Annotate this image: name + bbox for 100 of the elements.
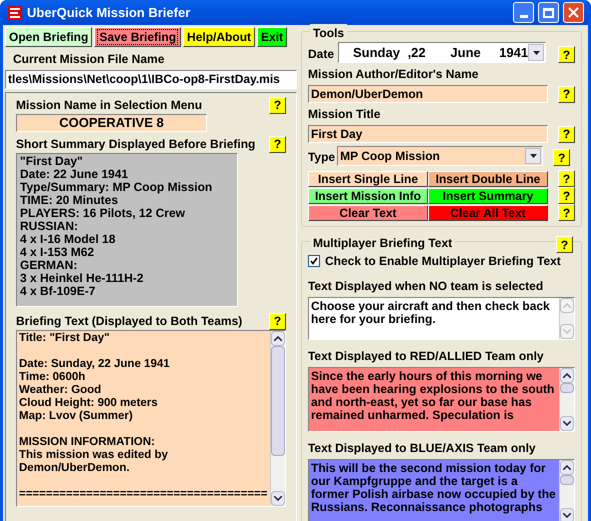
chevron-down-icon — [563, 513, 571, 518]
help-button[interactable]: ? — [558, 46, 575, 63]
help-button[interactable]: ? — [558, 126, 575, 142]
date-picker[interactable]: Sunday ,22 June 1941 — [338, 42, 546, 63]
help-button[interactable]: ? — [558, 187, 575, 204]
team-text-label: Text Displayed when NO team is selected — [308, 278, 544, 295]
help-button[interactable]: ? — [558, 86, 575, 102]
chevron-up-icon — [563, 373, 571, 378]
author-label: Mission Author/Editor's Name — [308, 66, 480, 83]
team-text-line: Russians. Reconnaissance photographs — [310, 501, 544, 514]
scroll-down-button[interactable] — [560, 508, 574, 521]
summary-line: Type/Summary: MP Coop Mission — [20, 181, 214, 194]
help-button[interactable]: ? — [268, 96, 286, 114]
summary-label: Short Summary Displayed Before Briefing — [16, 136, 256, 153]
team-text-box[interactable]: Since the early hours of this morning we have been hearing explosions to the south and north-east, yet so far our base has remained unharmed. Speculation is — [308, 367, 575, 432]
dropdown-button[interactable] — [525, 148, 542, 164]
team-text-label: Text Displayed to BLUE/AXIS Team only — [308, 440, 537, 457]
scroll-thumb[interactable] — [560, 383, 574, 393]
summary-line: "First Day" — [20, 155, 84, 168]
summary-line: 4 x I-16 Model 18 — [20, 233, 116, 246]
chevron-down-icon — [563, 421, 571, 426]
mission-title-field[interactable]: First Day — [308, 125, 548, 143]
enable-label: Check to Enable Multiplayer Briefing Text — [324, 253, 561, 270]
tool-button[interactable]: Insert Summary — [428, 188, 548, 204]
scrollbar[interactable] — [559, 460, 574, 521]
chevron-up-icon — [563, 303, 571, 308]
summary-text-area[interactable]: "First Day" Date: 22 June 1941 Type/Summary: MP Coop Mission TIME: 20 Minutes PLAYERS: 16 Pilots, 12 Crew RUSSIAN: 4 x I-16 Model 18 4 x I-153 M62 GERMAN: 3 x Heinkel He-111H-2 4 x Bf-109E-7 — [16, 153, 238, 307]
minimize-button[interactable] — [513, 2, 534, 23]
tool-button[interactable]: Clear All Text — [428, 204, 548, 220]
help-button[interactable]: ? — [268, 312, 286, 330]
help-button[interactable]: ? — [556, 236, 573, 253]
scrollbar[interactable] — [559, 368, 574, 431]
briefing-line: Cloud Height: 900 meters — [19, 397, 159, 410]
chevron-down-icon — [563, 329, 571, 334]
briefing-line: Map: Lvov (Summer) — [19, 410, 134, 423]
briefing-line: Weather: Good — [19, 384, 102, 397]
type-label: Type — [308, 149, 336, 166]
menu-button[interactable]: Help/About — [183, 27, 256, 47]
close-button[interactable] — [563, 2, 584, 23]
help-button[interactable]: ? — [558, 204, 575, 221]
mission-name-field[interactable]: COOPERATIVE 8 — [16, 114, 207, 132]
briefing-line: Time: 0600h — [19, 371, 86, 384]
type-select[interactable]: MP Coop Mission — [337, 146, 544, 166]
chevron-up-icon — [274, 336, 282, 341]
team-text-line: This will be the second mission today for — [310, 462, 547, 475]
window-title: UberQuick Mission Briefer — [27, 4, 192, 22]
briefing-line: Title: "First Day" — [19, 332, 111, 345]
maximize-icon — [543, 8, 554, 18]
team-text-line: have been hearing explosions to the south — [310, 383, 556, 396]
team-text-label: Text Displayed to RED/ALLIED Team only — [308, 348, 545, 365]
chevron-up-icon — [563, 465, 571, 470]
caret-icon — [532, 50, 540, 54]
team-text-line: remained unharmed. Speculation is — [310, 409, 515, 422]
scroll-thumb[interactable] — [270, 346, 285, 456]
team-text-line: our Kampfgruppe and the target is a — [310, 475, 518, 488]
summary-line: TIME: 20 Minutes — [20, 194, 120, 207]
briefing-line: Date: Sunday, 22 June 1941 — [19, 358, 171, 371]
scroll-down-button[interactable] — [270, 491, 285, 506]
scroll-up-button[interactable] — [560, 368, 574, 383]
tool-button[interactable]: Insert Single Line — [308, 170, 428, 186]
help-button[interactable]: ? — [553, 149, 570, 166]
briefing-label: Briefing Text (Displayed to Both Teams) — [16, 313, 242, 330]
file-name-field[interactable]: tles\Missions\Net\coop\1\IBCo-op8-FirstDay.mis — [5, 70, 297, 89]
year-text: 1941 — [499, 44, 528, 62]
author-field[interactable]: Demon/UberDemon — [308, 85, 548, 103]
team-text-line: Since the early hours of this morning we — [310, 370, 544, 383]
summary-line: PLAYERS: 16 Pilots, 12 Crew — [20, 207, 186, 220]
checkmark-icon — [310, 257, 318, 265]
scroll-up-button[interactable] — [560, 460, 574, 475]
mission-name-label: Mission Name in Selection Menu — [16, 97, 202, 114]
summary-line: 4 x Bf-109E-7 — [20, 285, 96, 298]
tool-button[interactable]: Clear Text — [308, 204, 428, 220]
menu-button[interactable]: Open Briefing — [5, 27, 92, 47]
scrollbar[interactable] — [270, 331, 285, 506]
summary-line: 4 x I-153 M62 — [20, 246, 96, 259]
briefing-line: This mission was edited by — [19, 449, 169, 462]
dropdown-button[interactable] — [528, 44, 544, 61]
enable-checkbox[interactable] — [308, 255, 320, 267]
briefing-line: Demon/UberDemon. — [19, 462, 131, 475]
tool-button[interactable]: Insert Double Line — [428, 170, 548, 186]
team-text-box[interactable]: Choose your aircraft and then check back here for your briefing. — [308, 297, 575, 340]
tool-button[interactable]: Insert Mission Info — [308, 188, 428, 204]
scroll-thumb[interactable] — [560, 475, 574, 485]
scroll-up-button[interactable] — [270, 331, 285, 346]
team-text-box[interactable]: This will be the second mission today for our Kampfgruppe and the target is a former Polish airbase now occupied by the Russians. Reconnaissance photographs — [308, 459, 575, 521]
summary-line: GERMAN: — [20, 259, 78, 272]
menu-button[interactable]: Save Briefing — [94, 27, 182, 47]
menu-button[interactable]: Exit — [257, 27, 288, 47]
minimize-icon — [520, 15, 528, 18]
help-button[interactable]: ? — [558, 170, 575, 187]
mission-title-label: Mission Title — [308, 106, 382, 123]
summary-line: RUSSIAN: — [20, 220, 80, 233]
month-text: June — [450, 44, 482, 62]
help-button[interactable]: ? — [268, 136, 286, 152]
briefing-line: ===================================== — [19, 488, 268, 501]
briefing-line: MISSION INFORMATION: — [19, 436, 156, 449]
maximize-button[interactable] — [538, 2, 559, 23]
weekday-text: Sunday — [353, 44, 401, 62]
scroll-down-button[interactable] — [560, 416, 574, 431]
type-value: MP Coop Mission — [340, 148, 440, 165]
